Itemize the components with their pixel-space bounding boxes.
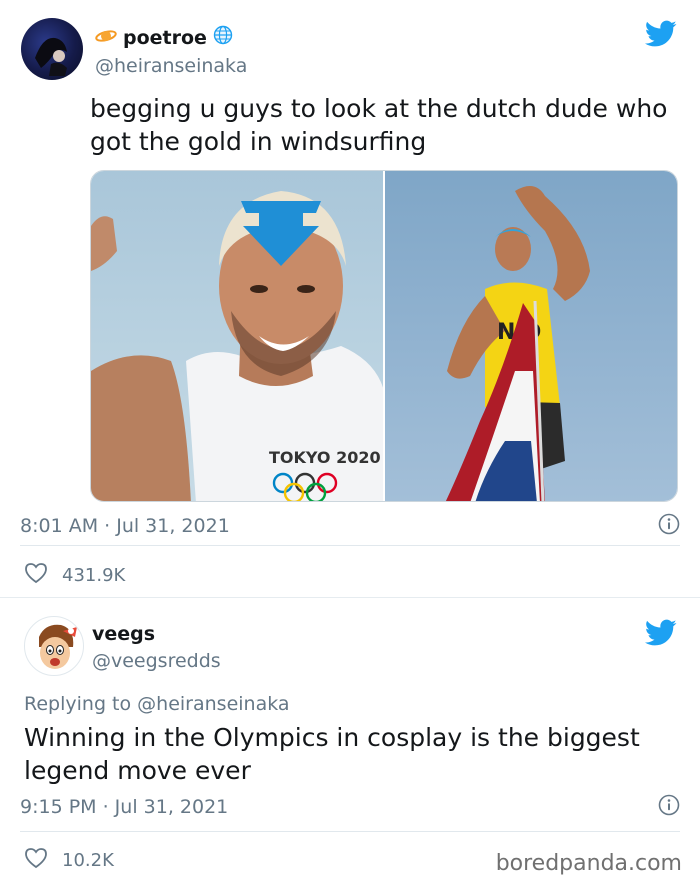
display-name[interactable]: veegs xyxy=(92,623,155,645)
replying-to: Replying to @heiranseinaka xyxy=(24,693,290,715)
like-count: 431.9K xyxy=(62,565,126,586)
tweet-media[interactable]: TOKYO 2020 xyxy=(90,170,678,502)
athlete-photo-celebration[interactable]: N D xyxy=(385,171,677,501)
tweet-timestamp[interactable]: 8:01 AM · Jul 31, 2021 xyxy=(20,515,230,537)
divider xyxy=(20,831,680,832)
tweet-text: Winning in the Olympics in cosplay is th… xyxy=(24,723,640,785)
verified-globe-icon xyxy=(213,25,233,50)
like-action[interactable]: 431.9K xyxy=(24,562,125,589)
athlete-photo-closeup[interactable]: TOKYO 2020 xyxy=(91,171,383,501)
reply-mention-link[interactable]: @heiranseinaka xyxy=(137,693,289,715)
info-icon[interactable] xyxy=(658,513,680,539)
user-info: poetroe @heiranseinaka xyxy=(95,25,247,77)
tweet-card[interactable]: poetroe @heiranseinaka begging u guys to… xyxy=(0,0,700,598)
orange-planet-emoji xyxy=(95,27,117,49)
twitter-bird-icon[interactable] xyxy=(645,20,677,52)
tweet-timestamp[interactable]: 9:15 PM · Jul 31, 2021 xyxy=(20,796,228,818)
tweet-text: begging u guys to look at the dutch dude… xyxy=(90,94,668,156)
heart-icon[interactable] xyxy=(24,562,48,589)
watermark: boredpanda.com xyxy=(495,851,682,876)
info-icon[interactable] xyxy=(658,794,680,820)
like-count: 10.2K xyxy=(62,850,114,871)
like-action[interactable]: 10.2K xyxy=(24,847,114,874)
media-caption: TOKYO 2020 xyxy=(269,448,381,467)
avatar[interactable] xyxy=(24,616,84,676)
heart-icon[interactable] xyxy=(24,847,48,874)
twitter-bird-icon[interactable] xyxy=(645,619,677,651)
reply-tweet-card[interactable]: veegs @veegsredds Replying to @heiransei… xyxy=(0,599,700,886)
user-info: veegs @veegsredds xyxy=(92,623,221,672)
display-name[interactable]: poetroe xyxy=(123,27,207,49)
divider xyxy=(20,545,680,546)
user-handle[interactable]: @heiranseinaka xyxy=(95,55,247,77)
user-handle[interactable]: @veegsredds xyxy=(92,650,221,672)
avatar[interactable] xyxy=(21,18,83,80)
